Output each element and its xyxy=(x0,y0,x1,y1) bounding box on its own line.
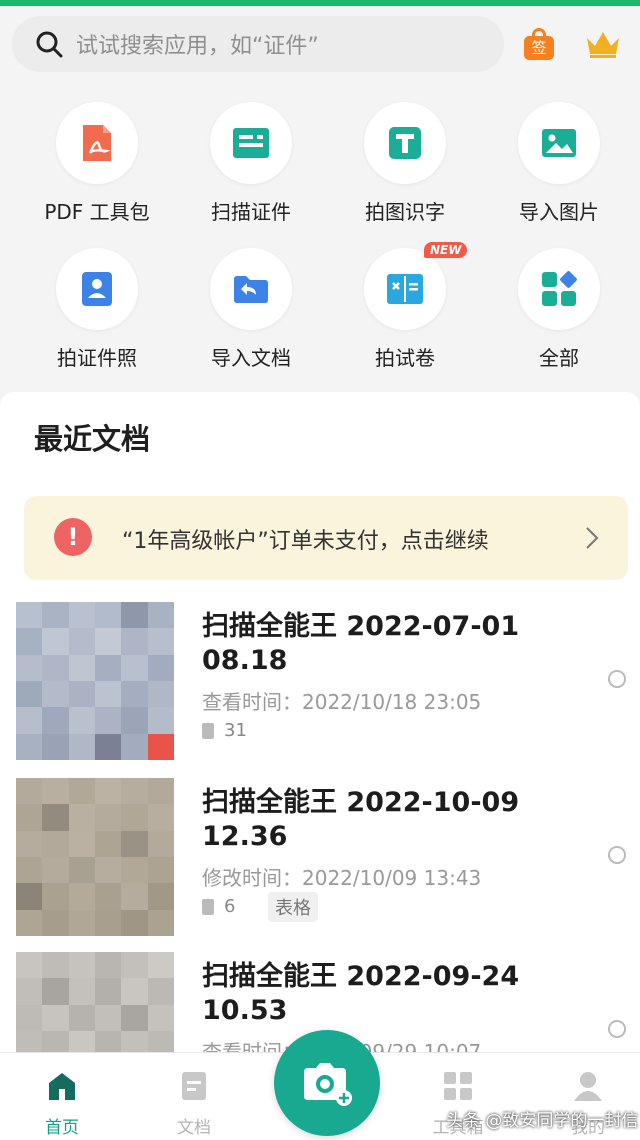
tool-ocr[interactable]: 拍图识字 xyxy=(328,90,482,230)
import-folder-icon xyxy=(234,276,268,303)
document-meta: 修改时间：2022/10/09 13:43 xyxy=(202,866,482,890)
tool-import-doc[interactable]: 导入文档 xyxy=(174,236,328,376)
page-count: 31 xyxy=(202,720,247,741)
tool-label: 全部 xyxy=(539,346,579,370)
document-meta: 查看时间：2022/10/18 23:05 xyxy=(202,690,482,714)
page-icon xyxy=(202,722,214,739)
tool-scan-id[interactable]: 扫描证件 xyxy=(174,90,328,230)
id-card-icon xyxy=(233,128,269,158)
select-radio[interactable] xyxy=(608,670,626,688)
toolbox-icon xyxy=(444,1072,472,1100)
tool-label: 导入文档 xyxy=(211,346,291,370)
watermark: 头条 @致安同学的一封信 xyxy=(446,1111,639,1131)
tool-exam[interactable]: NEW 拍试卷 xyxy=(328,236,482,376)
document-thumbnail xyxy=(16,952,174,1052)
tool-all[interactable]: 全部 xyxy=(482,236,636,376)
camera-scan-button[interactable] xyxy=(274,1030,380,1136)
document-icon xyxy=(182,1072,206,1100)
document-row[interactable]: 扫描全能王 2022-07-01 08.18 查看时间：2022/10/18 2… xyxy=(0,602,640,762)
text-recognition-icon xyxy=(389,127,421,159)
unpaid-order-notice[interactable]: ! “1年高级帐户”订单未支付，点击继续 xyxy=(24,496,628,580)
camera-plus-icon xyxy=(304,1063,352,1106)
chevron-right-icon xyxy=(586,527,599,549)
recent-documents-panel: 最近文档 ! “1年高级帐户”订单未支付，点击继续 扫描全能王 2022-07-… xyxy=(0,392,640,1052)
tab-documents[interactable]: 文档 xyxy=(146,1069,242,1138)
document-row[interactable]: 扫描全能王 2022-10-09 12.36 修改时间：2022/10/09 1… xyxy=(0,778,640,938)
alert-icon: ! xyxy=(54,518,92,556)
document-thumbnail xyxy=(16,602,174,760)
page-count-value: 31 xyxy=(224,720,247,741)
tab-home[interactable]: 首页 xyxy=(14,1069,110,1138)
crown-icon[interactable] xyxy=(584,28,622,60)
page-count-value: 6 xyxy=(224,896,236,917)
tool-id-photo[interactable]: 拍证件照 xyxy=(20,236,174,376)
document-tag[interactable]: 表格 xyxy=(268,892,318,922)
all-apps-icon xyxy=(542,271,577,306)
page-count: 6 xyxy=(202,896,235,917)
new-badge: NEW xyxy=(424,242,468,258)
top-status-strip xyxy=(0,0,640,6)
tool-label: 拍试卷 xyxy=(375,346,435,370)
exam-paper-icon xyxy=(387,274,423,304)
tab-label: 首页 xyxy=(45,1118,79,1138)
search-icon xyxy=(36,31,63,58)
tool-label: 拍证件照 xyxy=(57,346,137,370)
gift-label: 签 xyxy=(524,36,554,60)
pdf-icon xyxy=(83,125,111,161)
search-bar[interactable]: 试试搜索应用，如“证件” xyxy=(12,16,504,72)
tab-label: 文档 xyxy=(177,1118,211,1138)
search-placeholder: 试试搜索应用，如“证件” xyxy=(76,34,319,59)
image-icon xyxy=(542,129,576,157)
document-title: 扫描全能王 2022-10-09 12.36 xyxy=(202,787,520,852)
document-title: 扫描全能王 2022-09-24 10.53 xyxy=(202,961,520,1026)
select-radio[interactable] xyxy=(608,1020,626,1038)
document-thumbnail xyxy=(16,778,174,936)
tool-import-image[interactable]: 导入图片 xyxy=(482,90,636,230)
document-title: 扫描全能王 2022-07-01 08.18 xyxy=(202,611,520,676)
page-icon xyxy=(202,898,214,915)
gift-icon[interactable]: 签 xyxy=(520,26,558,62)
tool-label: 拍图识字 xyxy=(365,200,445,224)
select-radio[interactable] xyxy=(608,846,626,864)
recent-title: 最近文档 xyxy=(34,422,151,456)
notice-text: “1年高级帐户”订单未支付，点击继续 xyxy=(122,529,489,554)
tool-label: 导入图片 xyxy=(519,200,599,224)
tool-label: 扫描证件 xyxy=(211,200,291,224)
tool-label: PDF 工具包 xyxy=(44,200,150,224)
profile-icon xyxy=(574,1072,602,1101)
tool-pdf[interactable]: PDF 工具包 xyxy=(20,90,174,230)
home-icon xyxy=(49,1073,75,1100)
id-photo-icon xyxy=(82,272,112,306)
